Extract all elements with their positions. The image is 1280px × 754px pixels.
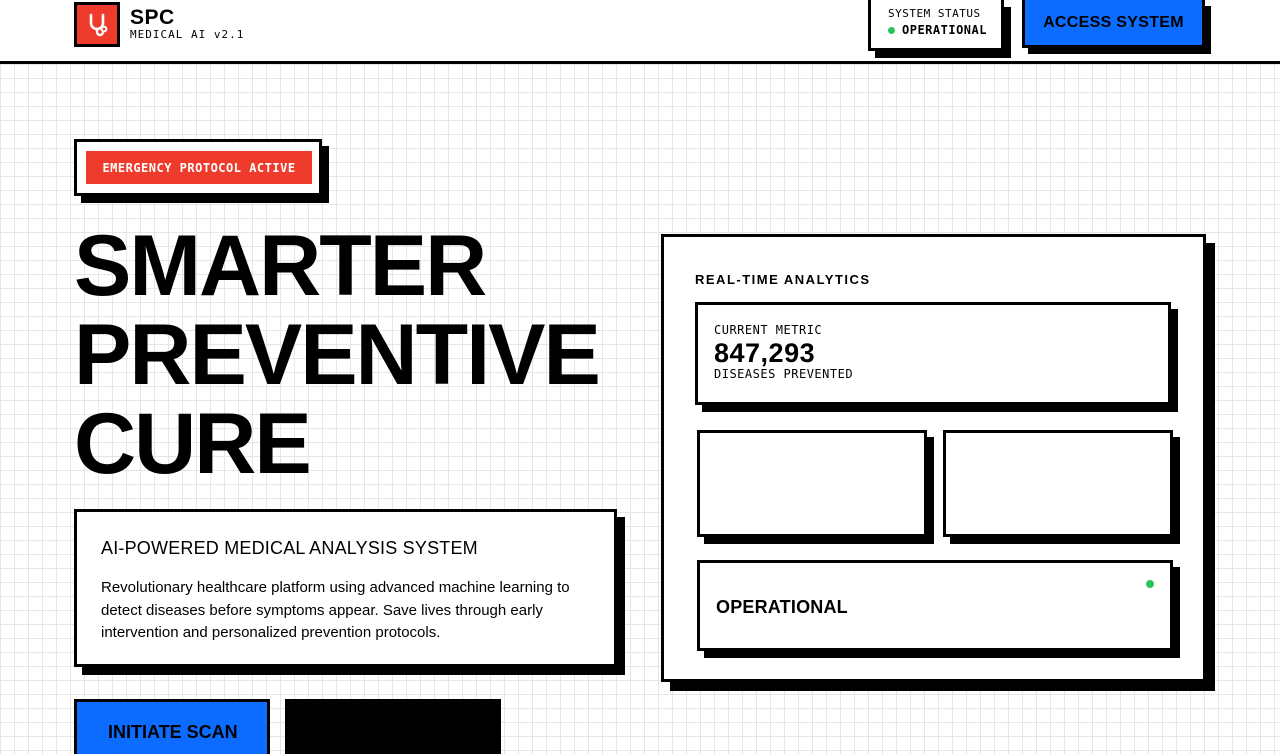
status-dot-icon <box>888 26 895 34</box>
metric-subtitle: DISEASES PREVENTED <box>714 367 854 381</box>
status-value: OPERATIONAL <box>902 23 987 37</box>
brand-name: SPC <box>130 6 175 29</box>
stat-card-right <box>943 430 1173 537</box>
status-value-row: OPERATIONAL <box>888 23 1001 37</box>
scan-button-label: INITIATE SCAN <box>108 722 238 742</box>
current-metric-card: CURRENT METRIC 847,293 DISEASES PREVENTE… <box>695 302 1171 405</box>
stethoscope-icon <box>89 13 108 36</box>
system-status-box: SYSTEM STATUS OPERATIONAL <box>868 0 1004 51</box>
emergency-badge-frame: EMERGENCY PROTOCOL ACTIVE <box>74 139 322 196</box>
metric-value: 847,293 <box>714 338 816 368</box>
hero-heading: SMARTER PREVENTIVE CURE <box>74 218 601 492</box>
emergency-badge: EMERGENCY PROTOCOL ACTIVE <box>86 151 312 184</box>
hero-line-1: SMARTER <box>74 218 487 314</box>
logo[interactable] <box>74 2 120 47</box>
operational-label: OPERATIONAL <box>716 597 848 617</box>
description-body: Revolutionary healthcare platform using … <box>101 579 570 641</box>
brand-subtitle: MEDICAL AI v2.1 <box>130 28 245 41</box>
secondary-button[interactable] <box>285 699 501 754</box>
arrow-right-icon: → <box>108 745 124 754</box>
status-label: SYSTEM STATUS <box>888 7 981 20</box>
description-title: AI-POWERED MEDICAL ANALYSIS SYSTEM <box>101 538 478 558</box>
access-system-button[interactable]: ACCESS SYSTEM <box>1022 0 1205 48</box>
hero-line-3: CURE <box>74 396 312 492</box>
top-header: SPC MEDICAL AI v2.1 SYSTEM STATUS OPERAT… <box>0 0 1280 64</box>
description-card: AI-POWERED MEDICAL ANALYSIS SYSTEM Revol… <box>74 509 617 667</box>
status-dot-icon <box>1146 580 1154 588</box>
operational-card: OPERATIONAL <box>697 560 1173 651</box>
stat-card-left <box>697 430 927 537</box>
analytics-title: REAL-TIME ANALYTICS <box>695 272 871 287</box>
hero-line-2: PREVENTIVE <box>74 307 601 403</box>
analytics-panel: REAL-TIME ANALYTICS CURRENT METRIC 847,2… <box>661 234 1206 682</box>
initiate-scan-button[interactable]: INITIATE SCAN → <box>74 699 270 754</box>
metric-label: CURRENT METRIC <box>714 323 823 337</box>
